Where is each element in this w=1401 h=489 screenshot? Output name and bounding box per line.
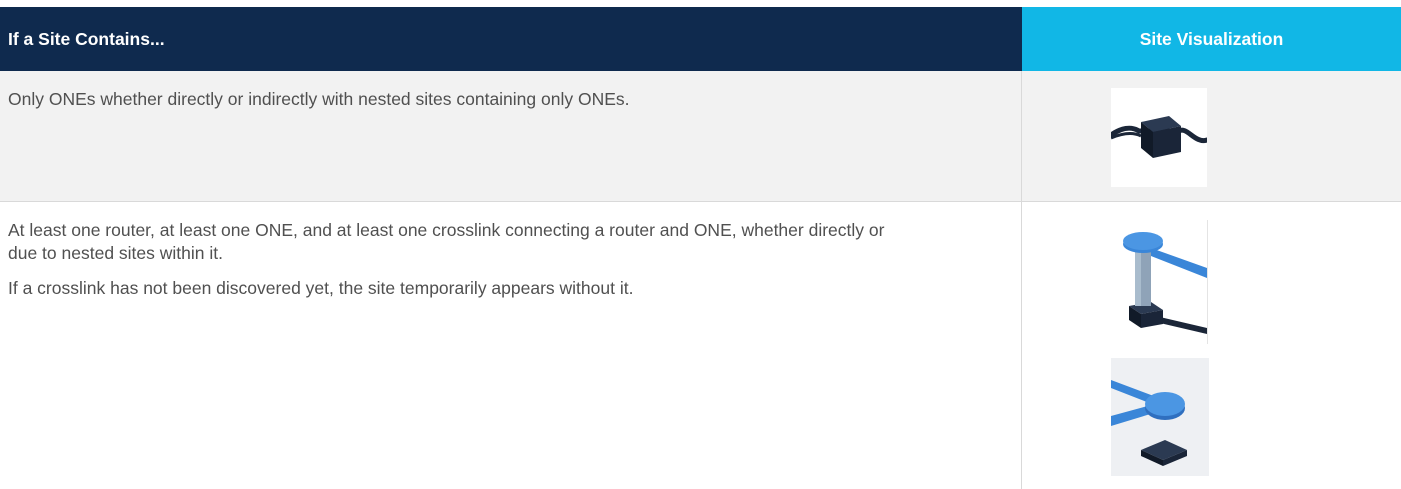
site-visualization-table: If a Site Contains... Site Visualization… xyxy=(0,0,1401,489)
row-description: At least one router, at least one ONE, a… xyxy=(8,219,888,312)
router-one-crosslink-icon xyxy=(1111,220,1207,344)
table-row: At least one router, at least one ONE, a… xyxy=(0,202,1401,489)
header-site-visualization: Site Visualization xyxy=(1022,7,1401,71)
row-text: Only ONEs whether directly or indirectly… xyxy=(8,89,630,109)
column-divider xyxy=(1021,71,1022,489)
row-description: Only ONEs whether directly or indirectly… xyxy=(8,88,888,123)
header-site-contains: If a Site Contains... xyxy=(0,7,1022,71)
row-text: If a crosslink has not been discovered y… xyxy=(8,278,634,298)
one-site-icon xyxy=(1108,88,1210,187)
row-text: At least one router, at least one ONE, a… xyxy=(8,220,885,263)
router-one-no-crosslink-icon xyxy=(1111,358,1209,476)
table-header: If a Site Contains... Site Visualization xyxy=(0,7,1401,71)
table-row: Only ONEs whether directly or indirectly… xyxy=(0,71,1401,202)
